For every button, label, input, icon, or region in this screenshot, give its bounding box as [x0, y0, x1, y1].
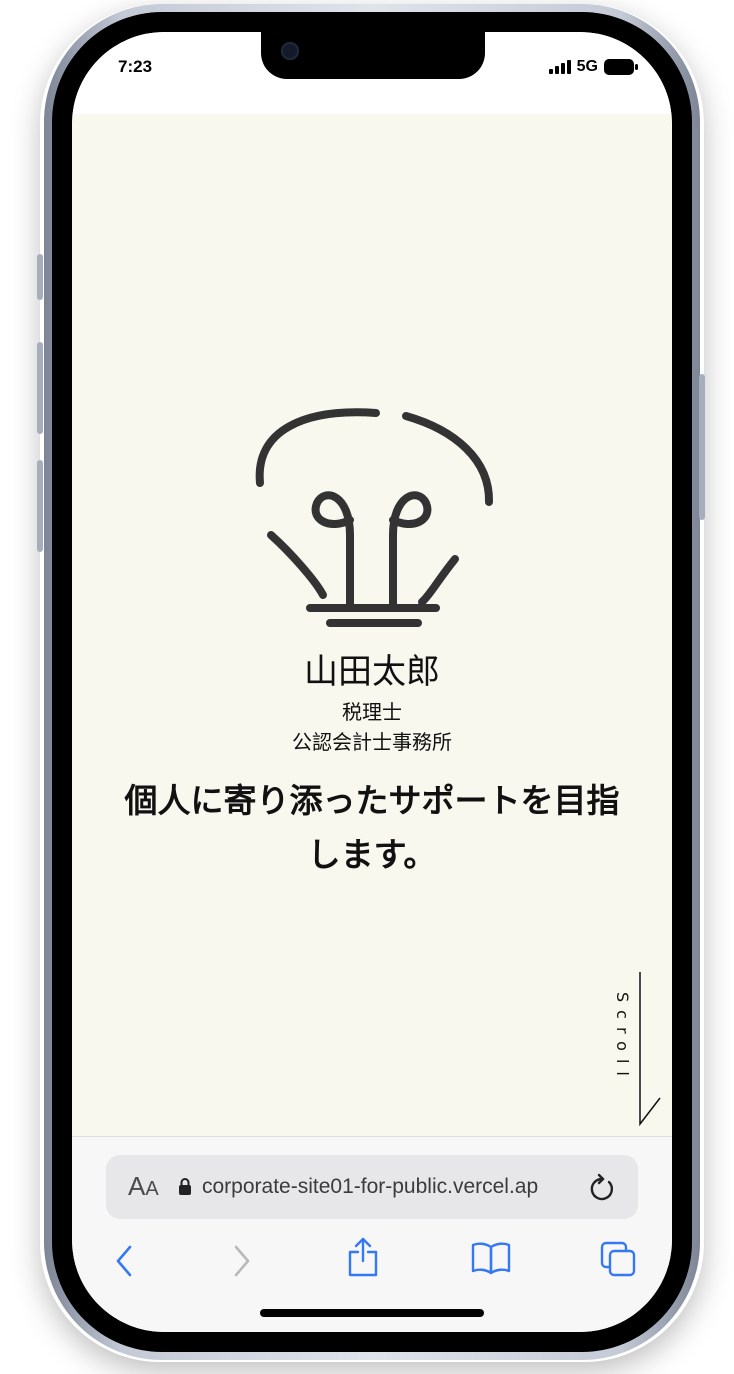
owner-name: 山田太郎 — [304, 652, 440, 692]
office-name: 公認会計士事務所 — [292, 730, 452, 754]
tabs-icon[interactable] — [600, 1241, 636, 1277]
volume-up-button — [37, 342, 43, 434]
address-bar[interactable]: AA corporate-site01-for-public.vercel.ap — [106, 1155, 638, 1219]
browser-toolbar: AA corporate-site01-for-public.vercel.ap — [72, 1136, 672, 1332]
battery-icon — [604, 59, 638, 75]
front-camera — [281, 42, 299, 60]
job-title: 税理士 — [342, 700, 402, 724]
lock-icon — [179, 1178, 191, 1195]
home-indicator — [260, 1309, 484, 1317]
signal-icon — [548, 60, 571, 74]
hero-section: 山田太郎 税理士 公認会計士事務所 個人に寄り添ったサポートを目指します。 Sc… — [72, 114, 672, 1136]
lightbulb-logo-icon — [255, 408, 494, 627]
status-indicators: 5G — [548, 58, 638, 76]
share-icon[interactable] — [347, 1237, 379, 1277]
status-time: 7:23 — [118, 57, 153, 76]
power-button — [699, 374, 705, 520]
text-size-button[interactable]: AA — [128, 1171, 159, 1202]
hero-tagline: 個人に寄り添ったサポートを目指します。 — [124, 781, 620, 874]
volume-down-button — [37, 460, 43, 552]
back-icon[interactable] — [114, 1243, 136, 1279]
network-type: 5G — [576, 58, 598, 75]
url-text[interactable]: corporate-site01-for-public.vercel.ap — [202, 1175, 582, 1199]
silent-switch — [37, 254, 43, 300]
scroll-indicator-line — [639, 972, 661, 1127]
phone-screen: 7:23 5G 山田太郎 税理士 公認会計士事務所 個人に寄り添ったサポートを目… — [72, 32, 672, 1332]
reload-icon[interactable] — [588, 1171, 616, 1203]
forward-icon[interactable] — [230, 1243, 252, 1279]
bookmarks-icon[interactable] — [471, 1241, 511, 1275]
